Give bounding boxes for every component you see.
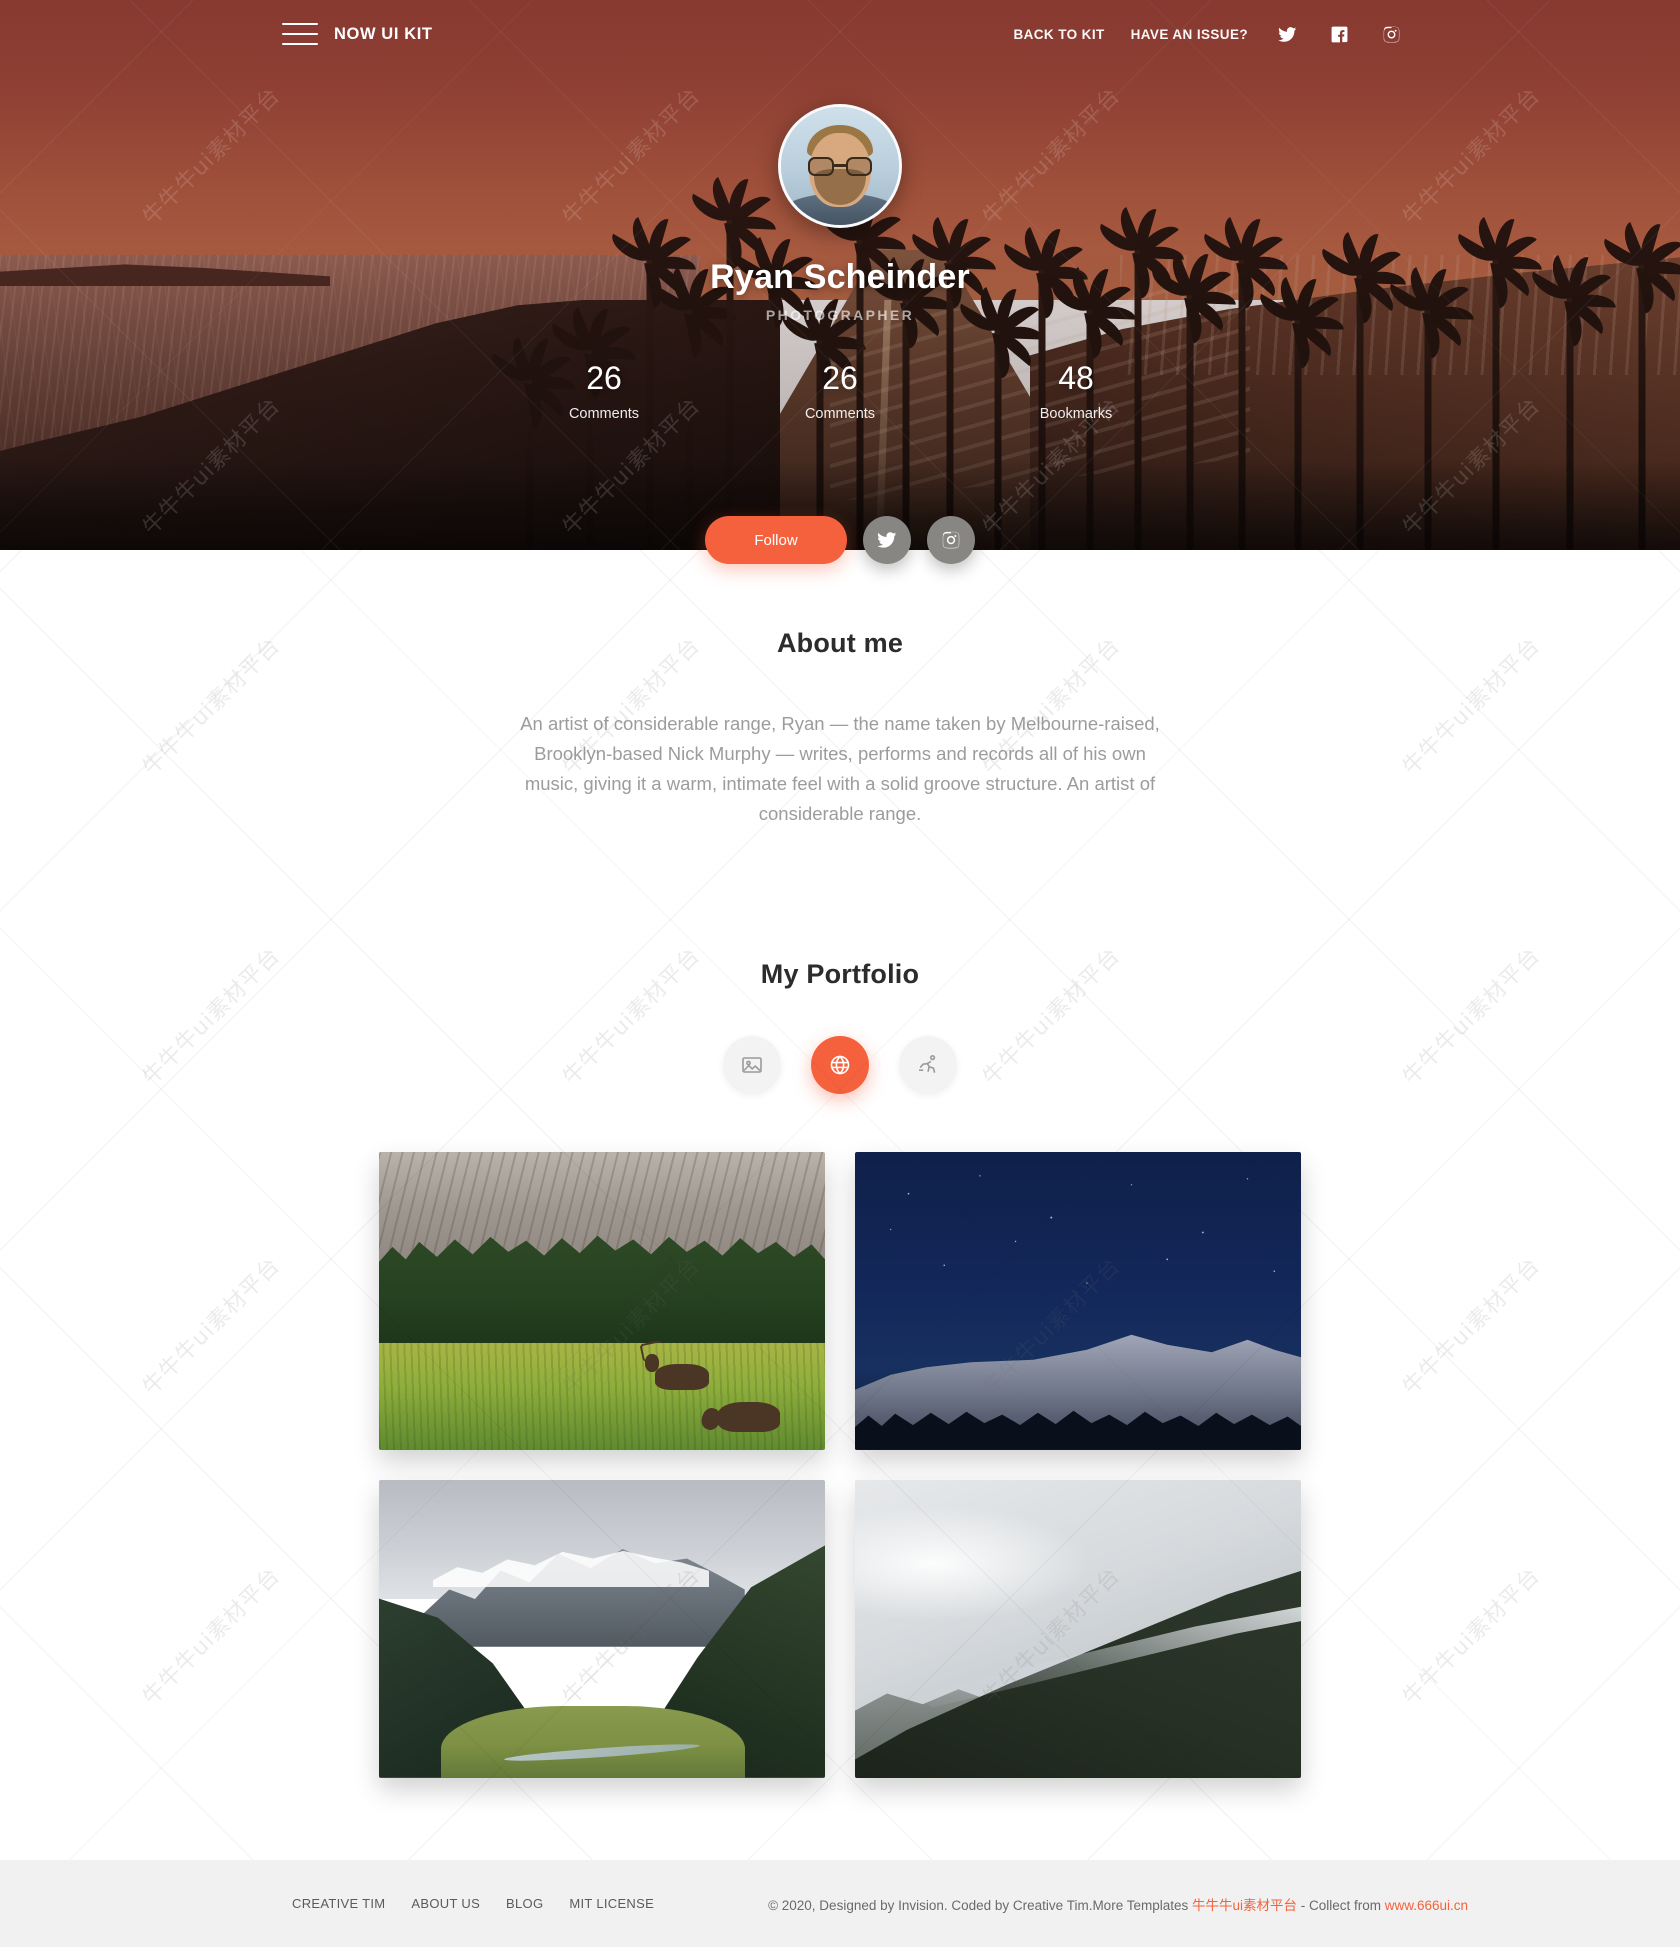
stat-value: 26: [822, 360, 858, 396]
photo-meadow-layer: [379, 1342, 825, 1450]
image-icon: [742, 1057, 762, 1073]
stat-label: Comments: [568, 406, 640, 423]
footer: CREATIVE TIM ABOUT US BLOG MIT LICENSE ©…: [0, 1860, 1680, 1947]
about-title: About me: [776, 628, 904, 658]
photo-cloud-layer: [855, 1503, 1096, 1623]
copyright-link-templates[interactable]: 牛牛牛ui素材平台: [1192, 1898, 1297, 1913]
footer-link-about-us[interactable]: ABOUT US: [411, 1896, 480, 1911]
page-title: Ryan Scheinder: [710, 258, 970, 296]
profile-stats: 26 Comments 26 Comments 48 Bookmarks: [0, 360, 1680, 423]
navbar-brand[interactable]: NOW UI KIT: [282, 23, 433, 45]
avatar-photo: [781, 107, 899, 225]
portfolio-image-1[interactable]: [379, 1151, 825, 1450]
follow-button[interactable]: Follow: [705, 516, 847, 564]
avatar: [778, 104, 902, 228]
copyright-text: © 2020, Designed by Invision. Coded by C…: [768, 1894, 1468, 1914]
portfolio-image-2[interactable]: [855, 1151, 1301, 1450]
instagram-icon[interactable]: [1378, 21, 1404, 47]
facebook-icon[interactable]: [1326, 21, 1352, 47]
hero-section: 牛牛牛ui素材平台牛牛牛ui素材平台牛牛牛ui素材平台牛牛牛ui素材平台牛牛牛u…: [0, 0, 1680, 550]
footer-link-creative-tim[interactable]: CREATIVE TIM: [292, 1896, 385, 1911]
nav-link-back-to-kit[interactable]: BACK TO KIT: [1013, 27, 1104, 42]
copyright-middle: - Collect from: [1297, 1897, 1385, 1913]
portfolio-tabs: [0, 1035, 1680, 1094]
instagram-share-button[interactable]: [927, 516, 975, 564]
stat-item: 26 Comments: [770, 360, 910, 423]
running-person-icon: [919, 1054, 936, 1073]
portfolio-title: My Portfolio: [760, 958, 920, 989]
instagram-icon: [942, 531, 960, 549]
portfolio-image-4[interactable]: [855, 1479, 1301, 1778]
stat-item: 48 Bookmarks: [1006, 360, 1146, 423]
navbar: NOW UI KIT BACK TO KIT HAVE AN ISSUE?: [0, 0, 1680, 68]
profile-role: PHOTOGRAPHER: [765, 307, 915, 323]
nav-link-have-an-issue[interactable]: HAVE AN ISSUE?: [1131, 27, 1248, 42]
copyright-link-source[interactable]: www.666ui.cn: [1385, 1898, 1468, 1913]
hamburger-bar: [282, 23, 318, 25]
hamburger-bar: [282, 43, 318, 45]
about-body: An artist of considerable range, Ryan — …: [520, 713, 1160, 824]
footer-link-mit-license[interactable]: MIT LICENSE: [569, 1896, 654, 1911]
footer-link-blog[interactable]: BLOG: [506, 1896, 543, 1911]
portfolio-image-3[interactable]: [379, 1479, 825, 1778]
stat-label: Bookmarks: [1039, 406, 1113, 423]
stat-value: 48: [1058, 360, 1094, 396]
footer-links: CREATIVE TIM ABOUT US BLOG MIT LICENSE: [292, 1896, 654, 1911]
photo-deer: [718, 1402, 781, 1432]
hamburger-icon[interactable]: [282, 23, 318, 45]
globe-icon: [830, 1055, 850, 1075]
twitter-share-button[interactable]: [863, 516, 911, 564]
navbar-right: BACK TO KIT HAVE AN ISSUE?: [1013, 21, 1404, 47]
about-section: About me An artist of considerable range…: [0, 550, 1680, 829]
twitter-icon[interactable]: [1274, 21, 1300, 47]
tab-images[interactable]: [723, 1035, 781, 1094]
copyright-prefix: © 2020, Designed by Invision. Coded by C…: [768, 1897, 1192, 1913]
brand-label: NOW UI KIT: [334, 24, 433, 43]
photo-valley-layer: [441, 1706, 745, 1778]
avatar-glasses-icon: [808, 157, 872, 176]
portfolio-gallery: [379, 1151, 1301, 1778]
tab-running[interactable]: [899, 1035, 957, 1094]
hamburger-bar: [282, 33, 318, 35]
profile-page: 牛牛牛ui素材平台牛牛牛ui素材平台牛牛牛ui素材平台牛牛牛ui素材平台牛牛牛u…: [0, 0, 1680, 1947]
photo-deer: [645, 1354, 710, 1391]
stat-item: 26 Comments: [534, 360, 674, 423]
portfolio-section: My Portfolio: [0, 959, 1680, 1778]
tab-globe[interactable]: [811, 1035, 869, 1094]
stat-label: Comments: [804, 406, 876, 423]
twitter-icon: [877, 532, 897, 548]
profile-actions: Follow: [0, 516, 1680, 564]
stat-value: 26: [586, 360, 622, 396]
